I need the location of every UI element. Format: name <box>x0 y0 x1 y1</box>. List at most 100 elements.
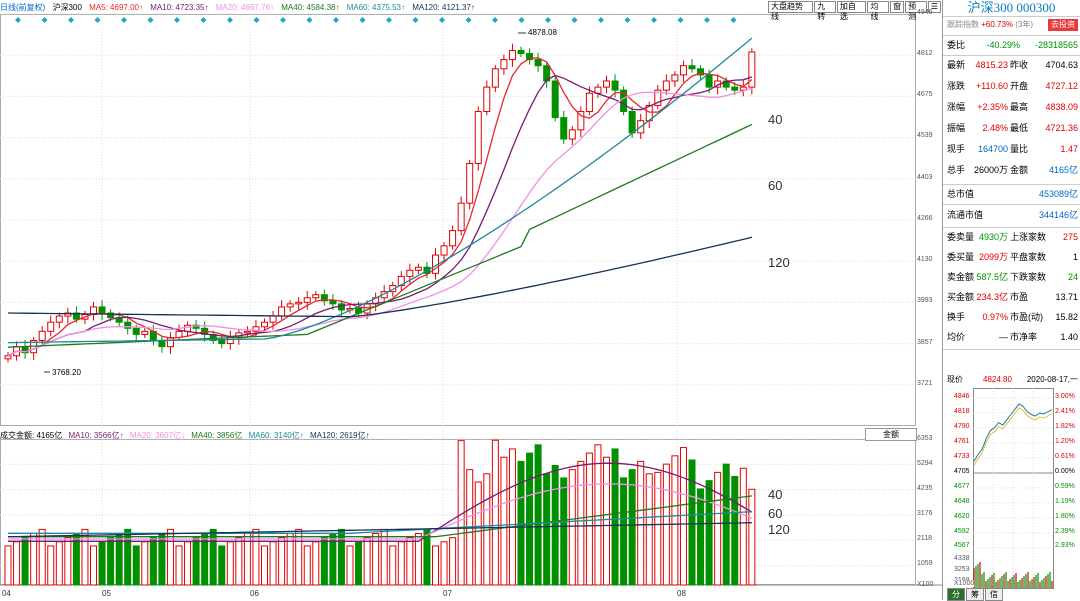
candle-body <box>517 49 525 55</box>
value2: 4165亿 <box>1048 165 1078 175</box>
candle-body <box>38 330 46 342</box>
signal-diamond <box>280 17 286 23</box>
value2: 15.82 <box>1055 312 1078 322</box>
candle-body <box>705 74 713 88</box>
volume-bar <box>688 459 696 586</box>
signal-diamond <box>492 17 498 23</box>
tab-intraday[interactable]: 分 <box>947 588 965 601</box>
volume-bar <box>38 528 46 586</box>
quote-row-total: 总手 26000万 金额 4165亿 <box>943 162 1080 179</box>
signal-diamond <box>174 17 180 23</box>
toolbar-window-button[interactable]: 窗 <box>890 1 905 13</box>
label: 涨跌 <box>947 81 966 91</box>
volume-bar <box>90 545 97 586</box>
volume-bar <box>508 448 516 586</box>
mini-price-tick: 4818 <box>954 408 970 415</box>
value: 2099万 <box>978 252 1008 262</box>
mini-price-tick: 4567 <box>954 542 970 549</box>
value: 164700 <box>977 144 1008 154</box>
tab-info[interactable]: 信 <box>985 588 1003 601</box>
label2: 市盈 <box>1010 292 1029 302</box>
value2: 4727.12 <box>1045 81 1078 91</box>
ma120-label: 120 <box>768 255 790 270</box>
candle-body <box>286 303 294 308</box>
volume-bar <box>295 528 303 586</box>
candle-body <box>611 80 619 91</box>
price-tick: 4946 <box>917 9 933 16</box>
signal-diamond <box>121 17 127 23</box>
volume-bar <box>4 545 12 586</box>
volume-bar <box>312 541 320 586</box>
value2: 4721.36 <box>1045 123 1078 133</box>
volume-bar <box>551 464 559 586</box>
candle-body <box>628 111 636 134</box>
volume-bar <box>337 528 345 586</box>
candle-body <box>312 294 320 299</box>
candle-body <box>4 355 12 360</box>
vol-legend-ma120: MA120: 2619亿↑ <box>309 431 370 440</box>
candle-body <box>679 65 687 76</box>
vol-legend-ma10: MA10: 3566亿↑ <box>68 431 124 440</box>
toolbar-nine-button[interactable]: 九转 <box>814 1 836 21</box>
volume-bar <box>739 467 747 586</box>
ma60-label: 60 <box>768 178 783 193</box>
legend-ma5: MA5: 4697.00↑ <box>89 3 143 12</box>
volume-bar <box>192 537 200 586</box>
volume-bar <box>628 469 636 586</box>
price-tick: 4539 <box>917 132 933 139</box>
volume-bar <box>432 545 439 586</box>
mini-pct-tick: 2.93% <box>1055 542 1075 549</box>
volume-bar <box>355 541 363 586</box>
volume-bar <box>705 480 713 586</box>
invest-button[interactable]: 去投资 <box>1048 19 1078 31</box>
quote-row-turnover: 换手 0.97% 市盈(动) 15.82 <box>943 309 1080 326</box>
candle-body <box>603 80 610 88</box>
signal-diamond <box>306 17 313 23</box>
volume-bar <box>534 444 542 586</box>
quote-row-buy-vol: 委买量 2099万 平盘家数 1 <box>943 249 1080 266</box>
label: 振幅 <box>947 123 966 133</box>
mini-price-tick: 4761 <box>954 438 970 445</box>
candle-body <box>457 202 465 232</box>
volume-bar <box>637 460 645 586</box>
panel-bottom-tabs: 分 筹 信 <box>947 588 1004 601</box>
candle-body <box>534 59 542 67</box>
divider <box>943 349 1080 350</box>
volume-bar <box>235 537 243 586</box>
label2: 市盈(动) <box>1010 312 1043 322</box>
kline-chart-area[interactable]: 日线(前复权) 沪深300 MA5: 4697.00↑ MA10: 4723.3… <box>0 0 943 600</box>
label: 总手 <box>947 165 966 175</box>
value: 344146亿 <box>1038 210 1078 220</box>
toolbar-trend-button[interactable]: 大盘趋势线 <box>768 1 814 21</box>
kline-chart[interactable] <box>0 0 942 600</box>
legend-ma40: MA40: 4584.38↑ <box>281 3 340 12</box>
label: 流通市值 <box>947 210 984 220</box>
mini-vol-tick: 3253 <box>954 566 970 573</box>
signal-diamond <box>571 17 578 23</box>
now-price-row: 现价 4824.80 2020-08-17,一 <box>943 373 1080 387</box>
value: 453089亿 <box>1038 189 1078 199</box>
volume-bar <box>363 537 371 586</box>
tab-chips[interactable]: 筹 <box>966 588 984 601</box>
candle-body <box>551 80 559 119</box>
price-tick: 3721 <box>917 380 933 387</box>
label2: 开盘 <box>1010 81 1029 91</box>
toolbar-ma-button[interactable]: 均线 <box>867 1 890 21</box>
volume-type-dropdown[interactable]: 金额 <box>865 428 917 441</box>
vol-tick: 4235 <box>917 485 933 492</box>
label: 换手 <box>947 312 966 322</box>
mini-pct-tick: 2.41% <box>1055 408 1075 415</box>
signal-diamond <box>704 17 710 23</box>
volume-bar <box>389 545 397 586</box>
signal-diamond <box>598 17 604 23</box>
volume-bar <box>406 537 414 586</box>
candle-body <box>55 315 63 323</box>
vol-ma120-label: 120 <box>768 522 790 537</box>
volume-bar <box>491 439 499 586</box>
toolbar-add-watchlist-button[interactable]: 加自选 <box>836 1 867 21</box>
value2: 4704.63 <box>1045 60 1078 70</box>
volume-bar <box>124 528 132 586</box>
index-compare-note: (3年) <box>1015 20 1034 29</box>
volume-legend: 成交金额: 4165亿 MA10: 3566亿↑ MA20: 3607亿↓ MA… <box>0 430 374 441</box>
label2: 最高 <box>1010 102 1029 112</box>
